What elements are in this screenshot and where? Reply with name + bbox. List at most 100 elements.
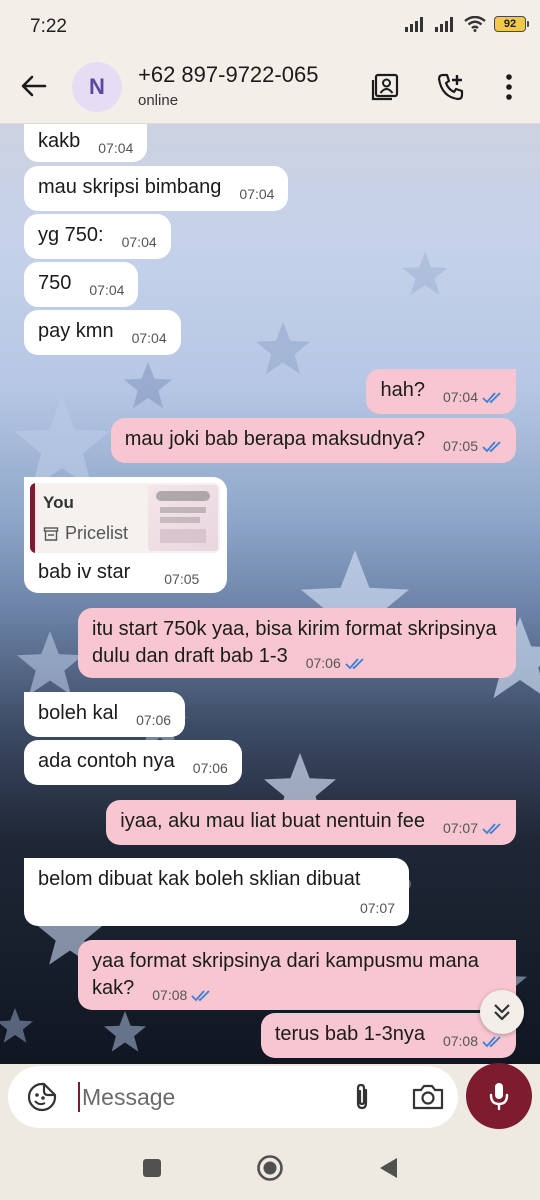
text-caret (78, 1082, 80, 1112)
message-text: hah? (380, 379, 425, 401)
message-bubble-incoming[interactable]: kakb 07:04 (24, 124, 148, 162)
message-composer (8, 1066, 458, 1128)
message-bubble-outgoing[interactable]: itu start 750k yaa, bisa kirim format sk… (78, 608, 516, 678)
message-text: boleh kal (38, 702, 119, 724)
quote-label: Pricelist (65, 523, 129, 543)
message-meta: 07:04 (443, 384, 502, 411)
status-time: 7:22 (30, 16, 67, 37)
wifi-icon (464, 16, 486, 32)
recents-button[interactable] (138, 1154, 166, 1182)
system-nav-bar (0, 1136, 540, 1200)
back-nav-button[interactable] (374, 1154, 402, 1182)
message-meta: 07:05 (164, 566, 199, 593)
message-text: bab iv star (38, 561, 131, 583)
avatar-letter: N (89, 74, 105, 99)
more-vertical-icon (506, 74, 512, 100)
message-time: 07:07 (442, 820, 478, 836)
message-text: kakb (38, 130, 81, 152)
message-bubble-incoming[interactable]: ada contoh nya 07:06 (24, 740, 242, 785)
message-text: 750 (38, 272, 72, 294)
message-bubble-incoming[interactable]: yg 750: 07:04 (24, 214, 171, 259)
message-text: yaa format skripsinya dari kampusmu mana… (92, 950, 479, 999)
message-meta: 07:04 (98, 135, 133, 162)
message-bubble-incoming[interactable]: mau skripsi bimbang 07:04 (24, 166, 289, 211)
message-meta: 07:06 (306, 650, 365, 677)
avatar[interactable]: N (72, 62, 122, 112)
home-button[interactable] (256, 1154, 284, 1182)
message-bubble-incoming[interactable]: 750 07:04 (24, 262, 139, 307)
message-text: ada contoh nya (38, 750, 175, 772)
message-time: 07:04 (89, 282, 125, 298)
camera-icon[interactable] (410, 1081, 446, 1113)
chat-header: N +62 897-9722-065 online (0, 52, 540, 124)
message-time: 07:04 (121, 234, 157, 250)
quote-text: You Pricelist (35, 483, 146, 553)
scroll-to-bottom-button[interactable] (480, 990, 524, 1034)
message-bubble-incoming[interactable]: pay kmn 07:04 (24, 310, 181, 355)
square-icon (143, 1159, 161, 1177)
message-bubble-outgoing[interactable]: yaa format skripsinya dari kampusmu mana… (78, 940, 516, 1010)
contact-card-button[interactable] (366, 68, 404, 106)
message-meta: 07:05 (443, 433, 502, 460)
message-meta: 07:06 (136, 707, 171, 734)
store-icon (43, 526, 59, 541)
battery-level: 92 (503, 18, 517, 30)
message-bubble-outgoing[interactable]: hah? 07:04 (366, 369, 516, 414)
message-time: 07:06 (305, 655, 341, 671)
double-check-icon (482, 391, 501, 403)
reply-body: bab iv star 07:05 (30, 559, 221, 587)
quote-thumbnail (148, 485, 218, 551)
message-text: terus bab 1-3nya (274, 1023, 425, 1045)
contact-card-icon (371, 73, 399, 101)
message-time: 07:05 (164, 571, 200, 587)
message-time: 07:04 (98, 140, 134, 156)
message-bubble-incoming[interactable]: boleh kal 07:06 (24, 692, 186, 737)
quote-subtitle: Pricelist (43, 520, 138, 547)
arrow-left-icon (21, 75, 47, 97)
circle-icon (257, 1155, 283, 1181)
contact-status: online (138, 92, 179, 109)
signal-1-icon (405, 17, 423, 32)
double-check-icon (482, 1035, 501, 1047)
message-bubble-incoming-reply[interactable]: You Pricelist bab iv star 07:05 (24, 477, 227, 593)
message-bubble-outgoing[interactable]: iyaa, aku mau liat buat nentuin fee 07:07 (106, 800, 516, 845)
message-input[interactable] (82, 1078, 332, 1116)
message-time: 07:04 (131, 330, 167, 346)
sticker-smile-icon[interactable] (26, 1081, 58, 1113)
message-text: iyaa, aku mau liat buat nentuin fee (120, 810, 425, 832)
message-time: 07:06 (192, 760, 228, 776)
triangle-back-icon (380, 1158, 397, 1178)
signal-2-icon (435, 17, 453, 32)
add-call-button[interactable] (432, 68, 470, 106)
message-bubble-incoming[interactable]: belom dibuat kak boleh sklian dibuat 07:0… (24, 858, 409, 926)
battery-indicator: 92 (494, 16, 529, 32)
message-time: 07:08 (442, 1033, 478, 1049)
message-meta: 07:04 (89, 277, 124, 304)
paperclip-icon[interactable] (346, 1081, 378, 1113)
quoted-reply[interactable]: You Pricelist (30, 483, 220, 553)
message-meta: 07:04 (239, 181, 274, 208)
voice-record-button[interactable] (466, 1063, 532, 1129)
message-time: 07:04 (239, 186, 275, 202)
double-check-icon (191, 989, 210, 1001)
message-time: 07:04 (442, 389, 478, 405)
double-check-icon (482, 822, 501, 834)
microphone-icon (489, 1083, 509, 1111)
message-time: 07:06 (136, 712, 172, 728)
message-text: yg 750: (38, 224, 104, 246)
message-bubble-outgoing[interactable]: terus bab 1-3nya 07:08 (260, 1013, 516, 1058)
double-check-icon (482, 440, 501, 452)
message-meta: 07:06 (193, 755, 228, 782)
more-options-button[interactable] (490, 68, 528, 106)
double-chevron-down-icon (494, 1004, 510, 1021)
message-text: itu start 750k yaa, bisa kirim format sk… (92, 618, 497, 667)
contact-name[interactable]: +62 897-9722-065 (138, 62, 318, 88)
message-time: 07:07 (359, 900, 395, 916)
message-bubble-outgoing[interactable]: mau joki bab berapa maksudnya? 07:05 (110, 418, 516, 463)
message-meta: 07:04 (132, 325, 167, 352)
message-meta: 07:07 (443, 815, 502, 842)
phone-plus-icon (437, 73, 464, 101)
back-button[interactable] (16, 68, 52, 104)
status-bar: 7:22 92 (0, 0, 540, 52)
message-text: pay kmn (38, 320, 114, 342)
